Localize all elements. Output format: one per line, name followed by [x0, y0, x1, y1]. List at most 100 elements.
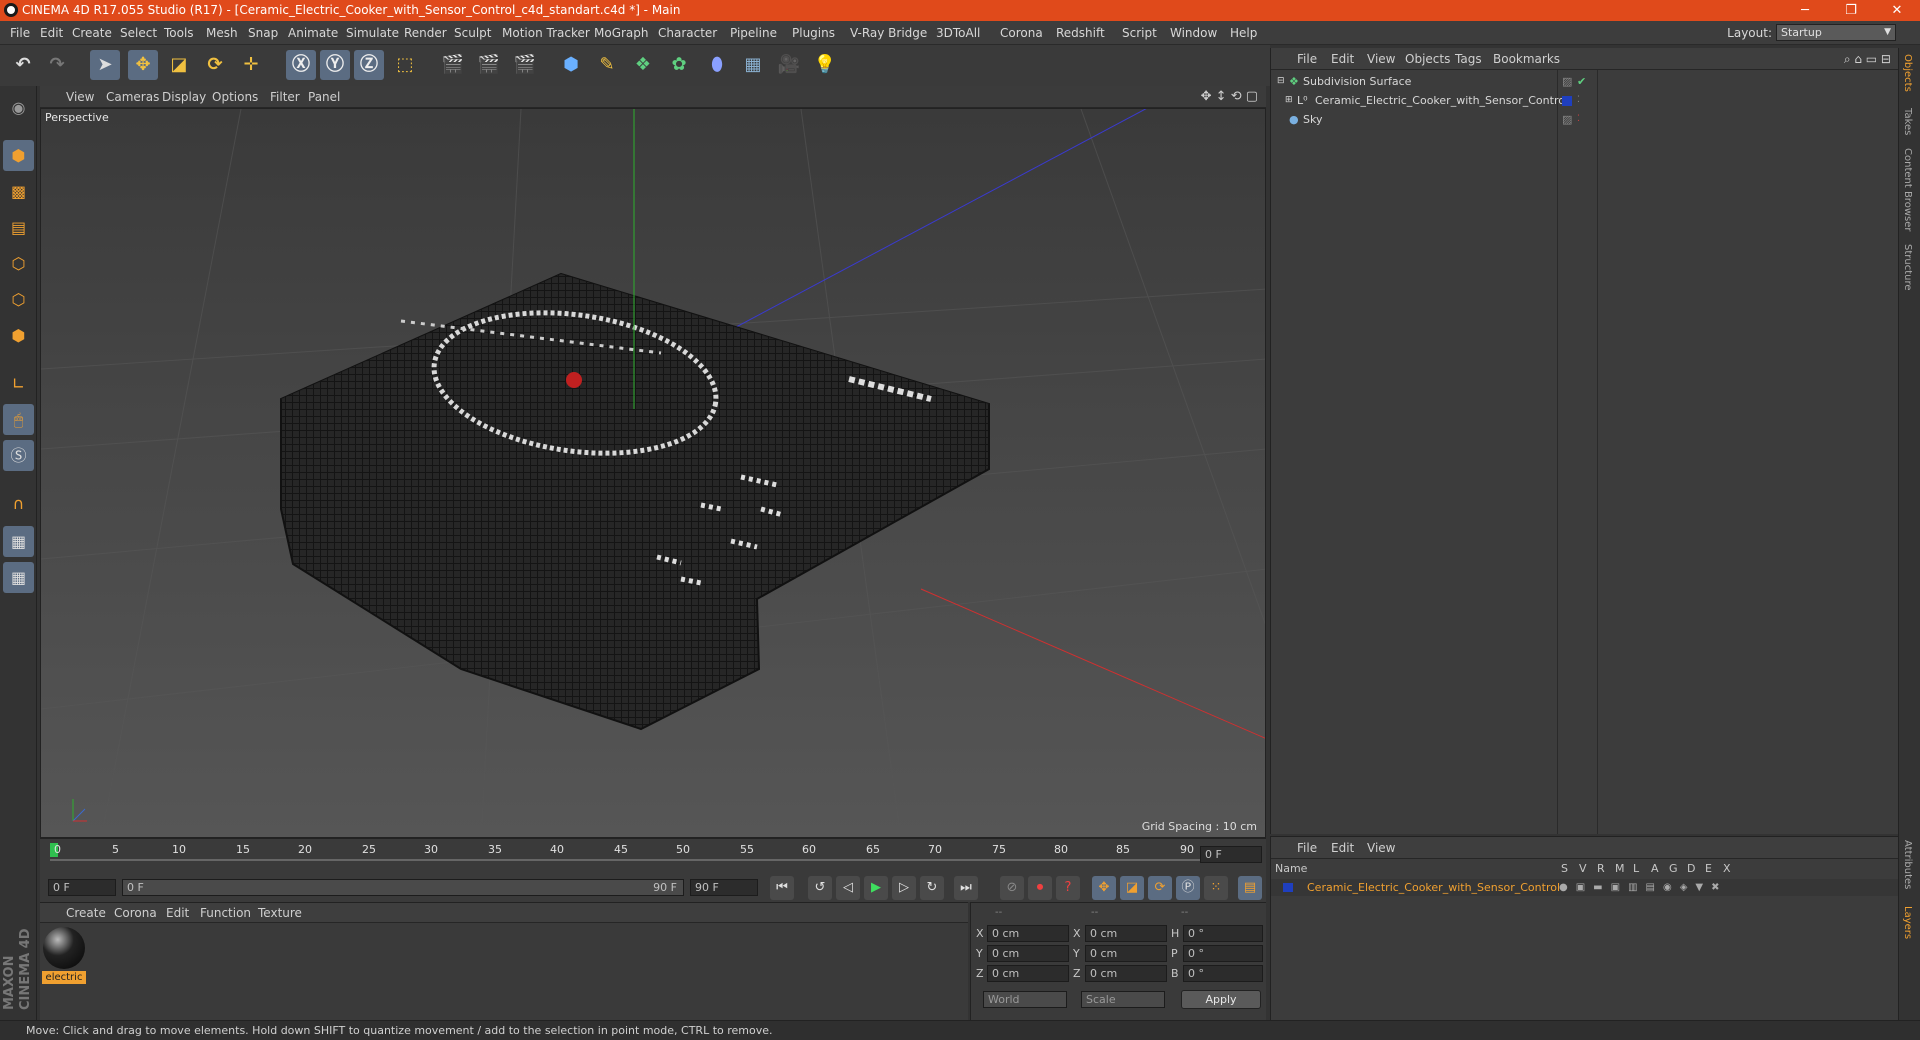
mat-menu-texture[interactable]: Texture	[258, 903, 302, 923]
visibility-dots-icon[interactable]: ⁚	[1577, 110, 1580, 129]
planar-workplane-button[interactable]: ▦	[3, 562, 34, 593]
next-frame-button[interactable]: ▷	[892, 876, 916, 900]
layer-color-icon[interactable]	[1562, 96, 1572, 106]
object-row-subdivision[interactable]: ⊟ ❖ Subdivision Surface ▨ ✔	[1271, 72, 1899, 91]
rotate-button[interactable]: ⟳	[200, 50, 230, 80]
subdivision-surface-button[interactable]: ❖	[628, 50, 658, 80]
object-manager-nav-icons[interactable]: ⌕ ⌂ ▭ ⊟	[1844, 48, 1891, 70]
layer-color-icon[interactable]	[1283, 883, 1293, 892]
layer-row[interactable]: Ceramic_Electric_Cooker_with_Sensor_Cont…	[1271, 879, 1899, 896]
go-to-start-button[interactable]: ⏮	[770, 876, 794, 900]
obj-menu-view[interactable]: View	[1367, 48, 1395, 70]
menu-plugins[interactable]: Plugins	[792, 21, 835, 45]
vp-menu-panel[interactable]: Panel	[308, 86, 340, 108]
rotation-p-field[interactable]: 0 °	[1183, 945, 1263, 962]
layer-menu-view[interactable]: View	[1367, 837, 1395, 859]
menu-file[interactable]: File	[10, 21, 30, 45]
coordinate-mode-select[interactable]: World	[983, 991, 1067, 1008]
menu-sculpt[interactable]: Sculpt	[454, 21, 491, 45]
render-view-button[interactable]: 🎬	[438, 50, 468, 80]
previous-key-button[interactable]: ↺	[808, 876, 832, 900]
end-frame-field[interactable]: 90 F	[690, 879, 758, 896]
object-row-sky[interactable]: ● Sky ▨ ⁚	[1271, 110, 1899, 129]
menu-motion-tracker[interactable]: Motion Tracker	[502, 21, 590, 45]
axis-mode-button[interactable]: ∟	[3, 368, 34, 399]
position-x-field[interactable]: 0 cm	[987, 925, 1069, 942]
obj-menu-objects[interactable]: Objects	[1405, 48, 1450, 70]
go-to-end-button[interactable]: ⏭	[954, 876, 978, 900]
x-axis-button[interactable]: Ⓧ	[286, 50, 316, 80]
floor-button[interactable]: ▦	[738, 50, 768, 80]
timeline-window-button[interactable]: ▤	[1238, 876, 1262, 900]
tab-attributes[interactable]: Attributes	[1902, 840, 1913, 889]
pen-spline-button[interactable]: ✎	[592, 50, 622, 80]
mat-menu-create[interactable]: Create	[66, 903, 106, 923]
vp-menu-filter[interactable]: Filter	[270, 86, 300, 108]
move-button[interactable]: ✥	[128, 50, 158, 80]
polygons-mode-button[interactable]: ⬢	[3, 320, 34, 351]
menu-snap[interactable]: Snap	[248, 21, 278, 45]
mat-menu-edit[interactable]: Edit	[166, 903, 189, 923]
rotation-h-field[interactable]: 0 °	[1183, 925, 1263, 942]
enabled-check-icon[interactable]: ✔	[1577, 72, 1586, 91]
menu-redshift[interactable]: Redshift	[1056, 21, 1105, 45]
motion-record-button[interactable]: ⊘	[1000, 876, 1024, 900]
menu-simulate[interactable]: Simulate	[346, 21, 399, 45]
coordinate-system-button[interactable]: ⬚	[390, 50, 420, 80]
light-button[interactable]: 💡	[810, 50, 840, 80]
menu-help[interactable]: Help	[1230, 21, 1257, 45]
position-z-field[interactable]: 0 cm	[987, 965, 1069, 982]
tab-content-browser[interactable]: Content Browser	[1902, 148, 1913, 231]
size-z-field[interactable]: 0 cm	[1085, 965, 1167, 982]
size-mode-select[interactable]: Scale	[1081, 991, 1165, 1008]
make-editable-button[interactable]: ◉	[3, 92, 34, 123]
visibility-dots-icon[interactable]: ⁚	[1577, 91, 1580, 110]
tweak-mode-button[interactable]: 🖱	[3, 404, 34, 435]
menu-corona[interactable]: Corona	[1000, 21, 1043, 45]
key-position-button[interactable]: ✥	[1092, 876, 1116, 900]
menu-3dtoall[interactable]: 3DToAll	[936, 21, 980, 45]
magnet-button[interactable]: ∩	[3, 488, 34, 519]
size-x-field[interactable]: 0 cm	[1085, 925, 1167, 942]
cloner-button[interactable]: ✿	[664, 50, 694, 80]
key-pla-button[interactable]: ⁙	[1204, 876, 1228, 900]
tab-structure[interactable]: Structure	[1902, 244, 1913, 291]
obj-menu-file[interactable]: File	[1297, 48, 1317, 70]
transform-button[interactable]: ✛	[236, 50, 266, 80]
key-rotation-button[interactable]: ⟳	[1148, 876, 1172, 900]
menu-mograph[interactable]: MoGraph	[594, 21, 649, 45]
z-axis-button[interactable]: Ⓩ	[354, 50, 384, 80]
obj-menu-tags[interactable]: Tags	[1455, 48, 1482, 70]
layout-select[interactable]: Startup ▼	[1776, 24, 1896, 41]
edit-render-settings-button[interactable]: 🎬	[510, 50, 540, 80]
menu-mesh[interactable]: Mesh	[206, 21, 238, 45]
perspective-viewport[interactable]: Perspective Grid Spacing : 10 cm	[40, 108, 1266, 838]
live-selection-button[interactable]: ➤	[90, 50, 120, 80]
vp-menu-options[interactable]: Options	[212, 86, 258, 108]
mat-menu-corona[interactable]: Corona	[114, 903, 157, 923]
expand-icon[interactable]: ⊞	[1285, 91, 1293, 110]
points-mode-button[interactable]: ⬡	[3, 248, 34, 279]
key-scale-button[interactable]: ◪	[1120, 876, 1144, 900]
viewport-nav-icons[interactable]: ✥ ↕ ⟲ ▢	[1201, 86, 1258, 108]
camera-button[interactable]: 🎥	[774, 50, 804, 80]
y-axis-button[interactable]: Ⓨ	[320, 50, 350, 80]
menu-animate[interactable]: Animate	[288, 21, 338, 45]
menu-edit[interactable]: Edit	[40, 21, 63, 45]
vp-menu-cameras[interactable]: Cameras	[106, 86, 159, 108]
record-keys-button[interactable]: ⏺	[1028, 876, 1052, 900]
apply-button[interactable]: Apply	[1181, 990, 1261, 1009]
menu-window[interactable]: Window	[1170, 21, 1217, 45]
render-picture-viewer-button[interactable]: 🎬	[474, 50, 504, 80]
vp-menu-view[interactable]: View	[66, 86, 94, 108]
texture-mode-button[interactable]: ▩	[3, 176, 34, 207]
redo-button[interactable]: ↷	[42, 50, 72, 80]
tab-layers[interactable]: Layers	[1902, 906, 1913, 939]
workplane-mode-button[interactable]: ▤	[3, 212, 34, 243]
close-button[interactable]: ✕	[1874, 0, 1920, 21]
scale-button[interactable]: ◪	[164, 50, 194, 80]
snapping-button[interactable]: Ⓢ	[3, 440, 34, 471]
menu-vray-bridge[interactable]: V-Ray Bridge	[850, 21, 927, 45]
next-key-button[interactable]: ↻	[920, 876, 944, 900]
frame-range-slider[interactable]: 0 F 90 F	[122, 879, 684, 896]
